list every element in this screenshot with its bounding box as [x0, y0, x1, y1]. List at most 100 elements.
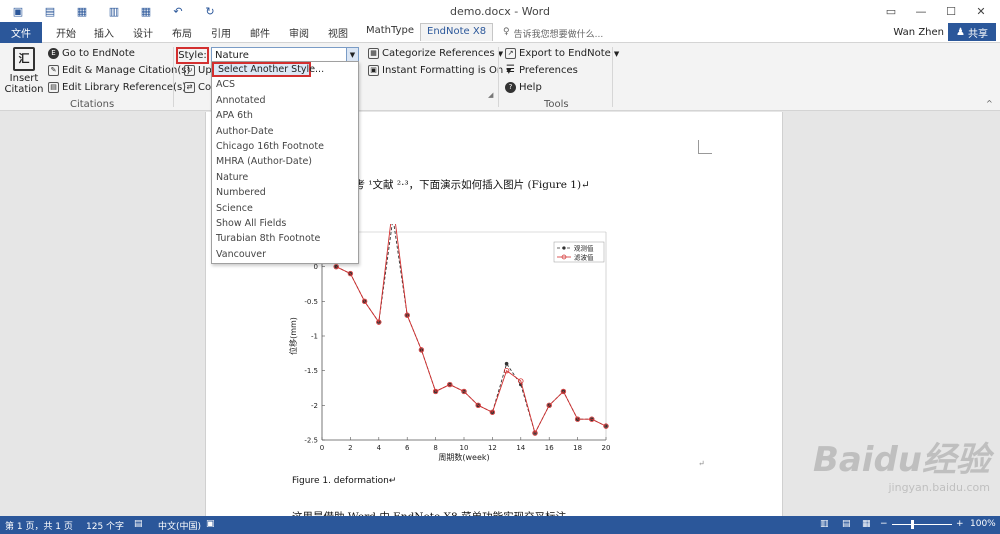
edit-library-label: Edit Library Reference(s) — [62, 82, 187, 93]
group-separator — [612, 47, 613, 107]
insert-citation-icon: 汇 — [13, 47, 35, 71]
dialog-launcher-icon[interactable]: ◢ — [488, 91, 493, 99]
tab-view[interactable]: 视图 — [328, 25, 348, 40]
read-mode-icon[interactable]: ▥ — [820, 519, 829, 529]
style-option[interactable]: Science — [212, 201, 358, 216]
maximize-icon[interactable]: ☐ — [936, 2, 966, 20]
x-tick-label: 14 — [516, 444, 525, 452]
y-tick-label: -1.5 — [304, 367, 318, 375]
style-label: Style: — [176, 47, 209, 64]
zoom-in-icon[interactable]: + — [956, 519, 964, 529]
figure-caption[interactable]: Figure 1. deformation↵ — [292, 476, 396, 486]
user-name[interactable]: Wan Zhen — [893, 27, 944, 38]
baidu-watermark: Baidu经验 jingyan.baidu.com — [813, 432, 990, 494]
edit-library-icon: ▤ — [48, 82, 59, 93]
data-point-observed — [504, 361, 509, 366]
collapse-ribbon-icon[interactable]: ^ — [986, 99, 993, 108]
edit-citation-icon: ✎ — [48, 65, 59, 76]
style-option[interactable]: APA 6th — [212, 108, 358, 123]
tools-group-label: Tools — [544, 99, 569, 110]
web-layout-icon[interactable]: ▦ — [862, 519, 871, 529]
x-tick-label: 12 — [488, 444, 497, 452]
x-tick-label: 2 — [348, 444, 352, 452]
tab-home[interactable]: 开始 — [56, 25, 76, 40]
zoom-out-icon[interactable]: − — [880, 519, 888, 529]
close-icon[interactable]: ✕ — [966, 2, 996, 20]
tab-insert[interactable]: 插入 — [94, 25, 114, 40]
y-tick-label: -0.5 — [304, 298, 318, 306]
formatting-icon: ▣ — [368, 65, 379, 76]
ribbon-display-icon[interactable]: ▭ — [876, 2, 906, 20]
convert-citations-button[interactable]: ⇄ Co — [184, 82, 211, 93]
edit-manage-label: Edit & Manage Citation(s) — [62, 65, 191, 76]
window-controls: ▭ — ☐ ✕ — [876, 2, 996, 20]
document-area: 参考 ¹文献 ²·³，下面演示如何插入图片 (Figure 1)↵ 0 2 4 6 8 1… — [0, 112, 1000, 523]
style-option[interactable]: ACS — [212, 77, 358, 92]
word-count[interactable]: 125 个字 — [86, 519, 124, 532]
macro-icon[interactable]: ▣ — [206, 519, 215, 529]
watermark-url: jingyan.baidu.com — [888, 481, 990, 494]
update-label: Up — [198, 65, 212, 76]
style-option[interactable]: Show All Fields — [212, 216, 358, 231]
citations-group-label: Citations — [70, 99, 115, 110]
style-option[interactable]: Author-Date — [212, 124, 358, 139]
title-bar: ▣ ▤ ▦ ▥ ▦ ↶ ↻ demo.docx - Word ▭ — ☐ ✕ — [0, 0, 1000, 22]
tab-mathtype[interactable]: MathType — [366, 25, 414, 36]
tab-layout[interactable]: 布局 — [172, 25, 192, 40]
style-option[interactable]: MHRA (Author-Date) — [212, 154, 358, 169]
export-to-endnote-button[interactable]: ↗ Export to EndNote ▼ — [505, 48, 619, 59]
edit-library-reference-button[interactable]: ▤ Edit Library Reference(s) — [48, 82, 186, 93]
x-tick-label: 4 — [377, 444, 382, 452]
style-option[interactable]: Numbered — [212, 185, 358, 200]
style-option[interactable]: Annotated — [212, 93, 358, 108]
style-option[interactable]: Vancouver — [212, 247, 358, 262]
page-count[interactable]: 第 1 页，共 1 页 — [5, 519, 73, 532]
style-option[interactable]: Chicago 16th Footnote — [212, 139, 358, 154]
print-layout-icon[interactable]: ▤ — [842, 519, 851, 529]
go-to-endnote-button[interactable]: E Go to EndNote — [48, 48, 135, 59]
language-indicator[interactable]: 中文(中国) — [158, 519, 201, 532]
export-label: Export to EndNote — [519, 48, 611, 59]
watermark-logo-text: Baidu经验 — [812, 440, 990, 480]
style-option[interactable]: Turabian 8th Footnote — [212, 231, 358, 246]
tab-review[interactable]: 审阅 — [289, 25, 309, 40]
paragraph-mark: ↵ — [698, 459, 705, 468]
lightbulb-icon: ♀ — [503, 27, 510, 37]
x-tick-label: 8 — [433, 444, 437, 452]
y-tick-label: -1 — [311, 333, 318, 341]
x-axis-label: 周期数(week) — [438, 452, 489, 462]
tell-me-placeholder: 告诉我您想要做什么... — [513, 30, 604, 40]
y-tick-label: 0 — [314, 263, 318, 271]
help-button[interactable]: ? Help — [505, 82, 542, 93]
margin-corner-mark — [698, 140, 712, 154]
tab-mailings[interactable]: 邮件 — [250, 25, 270, 40]
instant-formatting-button[interactable]: ▣ Instant Formatting is On ▼ — [368, 65, 512, 76]
x-tick-label: 16 — [545, 444, 554, 452]
categorize-references-button[interactable]: ▦ Categorize References ▼ — [368, 48, 503, 59]
x-tick-label: 6 — [405, 444, 410, 452]
select-another-style-option[interactable]: Select Another Style... — [212, 62, 324, 78]
proofing-icon[interactable]: ▤ — [134, 519, 143, 529]
document-paragraph[interactable]: 参考 ¹文献 ²·³，下面演示如何插入图片 (Figure 1)↵ — [344, 177, 590, 192]
convert-label: Co — [198, 82, 212, 93]
style-option[interactable]: Nature — [212, 170, 358, 185]
zoom-slider-thumb[interactable] — [911, 520, 914, 529]
insert-citation-button[interactable]: 汇 Insert Citation — [4, 47, 44, 95]
style-select-value: Nature — [215, 50, 249, 61]
go-to-endnote-label: Go to EndNote — [62, 48, 135, 59]
tab-file[interactable]: 文件 — [0, 22, 42, 43]
chevron-down-icon: ▼ — [613, 49, 620, 58]
tab-endnote[interactable]: EndNote X8 — [420, 23, 494, 41]
zoom-slider[interactable] — [892, 524, 952, 525]
preferences-button[interactable]: ☰ Preferences — [505, 65, 578, 77]
tab-design[interactable]: 设计 — [133, 25, 153, 40]
tell-me-box[interactable]: ♀ 告诉我您想要做什么... — [503, 27, 603, 40]
share-button[interactable]: ♟ 共享 — [948, 23, 996, 41]
edit-manage-citations-button[interactable]: ✎ Edit & Manage Citation(s) — [48, 65, 190, 76]
tab-references[interactable]: 引用 — [211, 25, 231, 40]
ribbon-tabs: 文件 开始 插入 设计 布局 引用 邮件 审阅 视图 MathType EndN… — [0, 22, 1000, 43]
zoom-level[interactable]: 100% — [970, 519, 996, 529]
x-tick-label: 10 — [460, 444, 469, 452]
update-citations-button[interactable]: ↻ Up — [184, 65, 212, 76]
minimize-icon[interactable]: — — [906, 2, 936, 20]
